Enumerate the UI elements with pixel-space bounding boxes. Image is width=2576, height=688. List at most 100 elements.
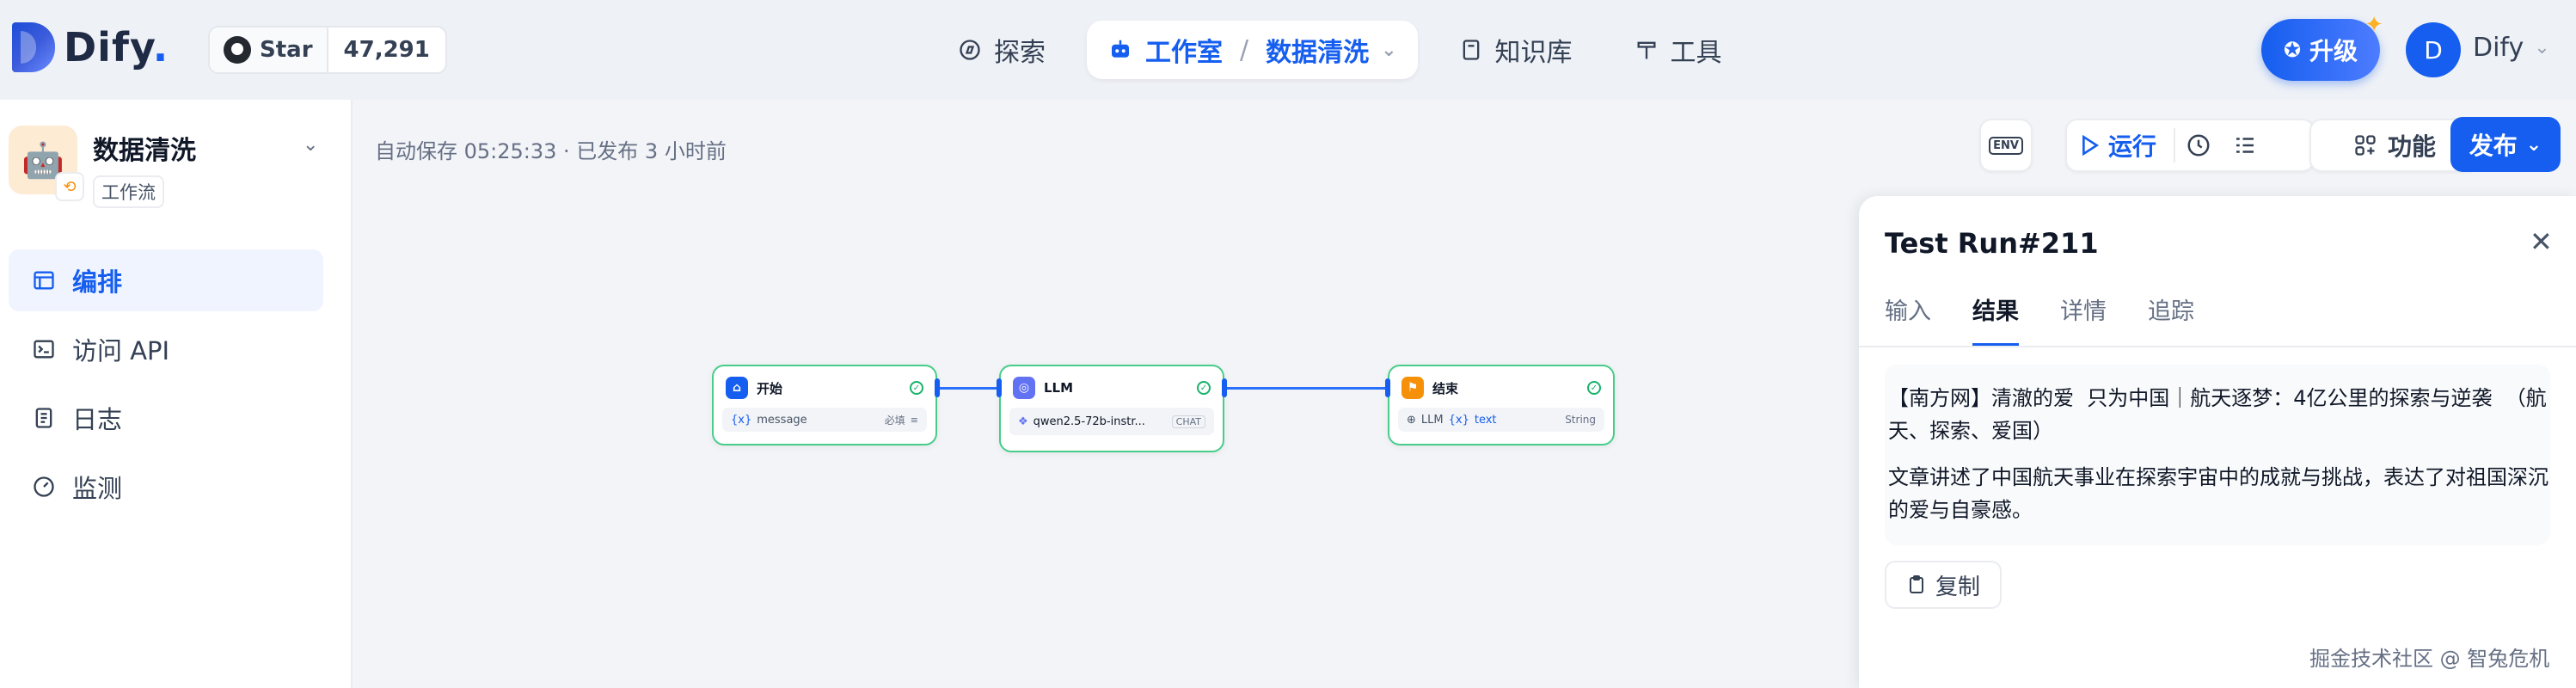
nav-studio[interactable]: 工作室 / 数据清洗 ⌄ [1087,21,1418,79]
close-icon[interactable]: ✕ [2530,225,2553,258]
node-start-out-handle[interactable] [935,378,940,397]
node-llm[interactable]: ◎ LLM ✓ ❖ qwen2.5-72b-instr... CHAT [999,365,1224,452]
result-text-line1: 【南方网】清澈的爱 只为中国｜航天逐梦：4亿公里的探索与逆袭 （航天、探索、爱国… [1888,386,2547,443]
run-button[interactable]: 运行 [2081,128,2176,163]
node-end-in-handle[interactable] [1385,378,1390,397]
brand-dot: . [152,24,169,71]
sidebar-item-label: 监测 [72,474,123,503]
variable-name: message [757,413,807,427]
node-output-row: ⊕ LLM {x} text String [1398,408,1604,432]
node-start[interactable]: ⌂ 开始 ✓ {x} message 必填 ≡ [712,365,937,445]
output-type: String [1565,414,1596,426]
nav-knowledge[interactable]: 知识库 [1438,21,1593,79]
tab-tracing[interactable]: 追踪 [2148,292,2194,347]
copy-label: 复制 [1935,574,1980,600]
llm-source-icon: ⊕ [1407,413,1416,427]
edge-llm-end[interactable] [1224,387,1389,390]
app-title: 数据清洗 [93,136,196,166]
breadcrumb-separator: / [1240,34,1249,65]
dify-logo[interactable]: Dify. [12,22,169,72]
node-llm-in-handle[interactable] [997,378,1002,397]
grid-plus-icon [2355,135,2376,156]
result-text-line2: 文章讲述了中国航天事业在探索宇宙中的成就与挑战，表达了对祖国深沉的爱与自豪感。 [1888,465,2548,522]
history-icon [2187,134,2210,157]
app-header[interactable]: 🤖 ⟲ 数据清洗 工作流 [9,126,196,208]
run-label: 运行 [2108,132,2157,161]
user-menu[interactable]: Dify ⌄ [2473,33,2550,63]
run-toolbar-group: 运行 [2065,119,2315,172]
features-label: 功能 [2387,132,2436,161]
file-text-icon [31,405,57,431]
sidebar-item-label: 编排 [72,267,123,297]
upgrade-button[interactable]: ✪ 升级 ✦ [2261,12,2383,81]
nav-current-app[interactable]: 数据清洗 [1266,31,1369,69]
sparkle-badge-icon: ✪ [2283,38,2302,62]
publish-button[interactable]: 发布 ⌄ [2450,117,2561,172]
test-run-panel: Test Run#211 ✕ 输入 结果 详情 追踪 【南方网】清澈的爱 只为中… [1859,196,2576,688]
github-star-count[interactable]: 47,291 [328,28,445,72]
github-star-button[interactable]: Star [210,28,328,72]
node-title: 开始 [757,380,783,396]
dify-logo-mark [12,22,55,72]
tab-input[interactable]: 输入 [1885,292,1931,347]
env-icon: ENV [1989,136,2023,155]
node-llm-out-handle[interactable] [1222,378,1227,397]
divider [1859,346,2576,347]
play-icon [2082,135,2100,156]
user-name: Dify [2473,33,2524,63]
home-icon: ⌂ [726,377,748,399]
edge-start-llm[interactable] [937,387,1001,390]
node-variable-row: {x} message 必填 ≡ [722,408,927,432]
workflow-icon: ⟲ [55,172,84,201]
chevron-down-icon[interactable]: ⌄ [1381,40,1396,61]
output-source: LLM [1420,413,1444,427]
tab-detail[interactable]: 详情 [2060,292,2107,347]
autosave-status: 自动保存 05:25:33 · 已发布 3 小时前 [375,139,727,163]
nav-explore-label: 探索 [994,38,1046,68]
terminal-icon [31,336,57,362]
main-nav: 探索 工作室 / 数据清洗 ⌄ 知识库 工具 [937,21,1743,79]
sparkle-icon: ✦ [2364,12,2383,38]
user-avatar[interactable]: D [2406,22,2461,77]
env-button[interactable]: ENV [1979,119,2033,172]
variable-icon: {x} [1448,413,1469,427]
panel-title: Test Run#211 [1885,227,2099,260]
github-star-widget[interactable]: Star 47,291 [208,26,447,74]
top-navbar: Dify. Star 47,291 探索 工作室 / 数据清洗 ⌄ 知识库 工具 [0,0,2576,100]
checklist-icon [2236,138,2254,153]
variable-icon: {x} [731,413,752,427]
tab-result[interactable]: 结果 [1972,292,2019,347]
sidebar-item-label: 日志 [72,405,123,434]
chevron-down-icon: ⌄ [2534,37,2550,58]
brand-name: Dify [64,24,153,71]
chevron-down-icon[interactable]: ⌄ [303,134,318,156]
nav-tools-label: 工具 [1670,38,1722,68]
upgrade-label: 升级 [2309,37,2358,65]
app-type-badge: 工作流 [93,175,164,208]
output-variable: text [1474,413,1497,427]
history-button[interactable] [2175,132,2222,158]
hammer-icon [1637,41,1656,59]
sidebar-item-monitor[interactable]: 监测 [9,456,323,518]
node-title: LLM [1044,380,1074,396]
github-star-label: Star [260,37,313,63]
model-name: qwen2.5-72b-instr... [1033,415,1145,428]
sidebar-item-logs[interactable]: 日志 [9,387,323,449]
gauge-icon [31,474,57,500]
copy-button[interactable]: 复制 [1885,561,2002,609]
nav-tools[interactable]: 工具 [1614,21,1743,79]
node-title: 结束 [1432,380,1459,396]
github-icon [224,36,251,64]
sidebar-item-orchestrate[interactable]: 编排 [9,249,323,311]
panel-tabs: 输入 结果 详情 追踪 [1885,292,2194,347]
node-end[interactable]: ⚑ 结束 ✓ ⊕ LLM {x} text String [1388,365,1615,445]
watermark: 掘金技术社区 @ 智兔危机 [2309,647,2550,671]
sidebar-item-api[interactable]: 访问 API [9,318,323,380]
checklist-button[interactable] [2222,132,2268,158]
text-format-icon: ≡ [910,414,918,426]
flag-icon: ⚑ [1401,377,1424,399]
publish-label: 发布 [2469,132,2518,160]
sidebar-menu: 编排 访问 API 日志 监测 [9,249,323,525]
clipboard-icon [1909,575,1923,593]
nav-explore[interactable]: 探索 [937,21,1066,79]
